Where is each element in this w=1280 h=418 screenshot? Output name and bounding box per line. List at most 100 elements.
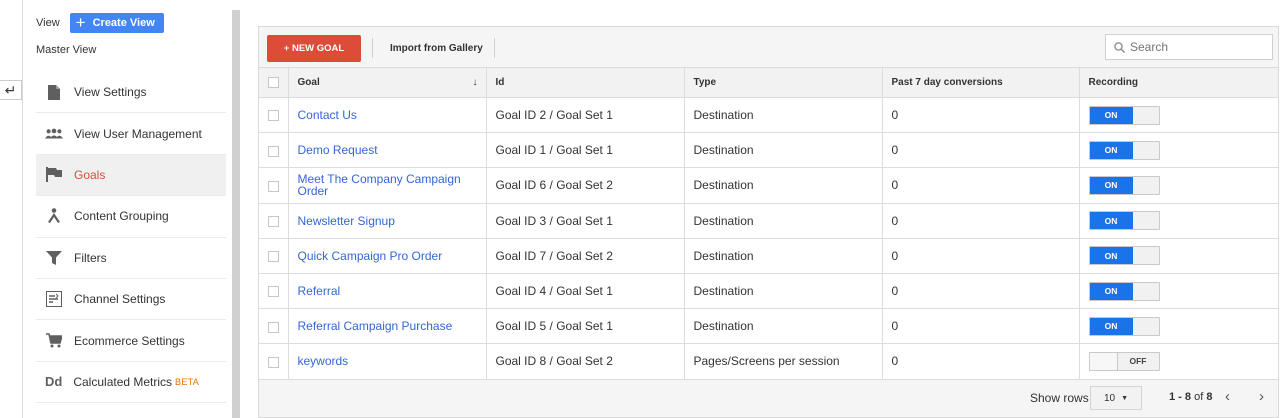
- recording-cell: ON: [1078, 167, 1278, 204]
- row-checkbox[interactable]: [267, 286, 279, 298]
- import-from-gallery-button[interactable]: Import from Gallery: [390, 39, 483, 57]
- goal-cell: Contact Us: [287, 96, 487, 134]
- sidebar-item-filters[interactable]: Filters: [36, 238, 226, 279]
- recording-cell: OFF: [1078, 343, 1278, 380]
- toggle-state-label: OFF: [1129, 356, 1147, 367]
- recording-toggle[interactable]: OFF: [1088, 351, 1160, 371]
- create-view-button[interactable]: + Create View: [69, 13, 164, 33]
- row-checkbox[interactable]: [267, 110, 279, 122]
- goal-cell: Referral: [287, 272, 487, 310]
- page-range-value: 1 - 8: [1169, 391, 1192, 403]
- view-name: Master View: [36, 44, 97, 56]
- view-label: View: [36, 17, 60, 29]
- sidebar-item-goals[interactable]: Goals: [36, 154, 226, 197]
- goal-link[interactable]: Referral: [298, 285, 486, 297]
- goal-link[interactable]: Newsletter Signup: [298, 215, 486, 227]
- goal-link[interactable]: keywords: [298, 355, 486, 367]
- column-header-goal[interactable]: Goal ↓: [287, 67, 487, 98]
- sidebar-item-channel-settings[interactable]: Channel Settings: [36, 279, 226, 321]
- recording-toggle[interactable]: ON: [1088, 175, 1160, 195]
- search-box[interactable]: [1105, 34, 1273, 60]
- admin-sidebar: ↵ View + Create View Master View View Se…: [0, 0, 232, 418]
- table-row: Meet The Company Campaign Order Goal ID 6…: [259, 167, 1278, 204]
- sidebar-item-view-user-management[interactable]: View User Management: [36, 113, 226, 155]
- row-checkbox[interactable]: [267, 356, 279, 368]
- filter-icon: [45, 249, 63, 267]
- pagination: Show rows 10 ▼ 1 - 8 of 8 ‹ ›: [259, 379, 1278, 417]
- row-checkbox[interactable]: [267, 145, 279, 157]
- toggle-state-label: ON: [1089, 247, 1133, 265]
- type-cell: Destination: [683, 96, 883, 134]
- type-cell: Destination: [683, 272, 883, 310]
- sidebar-item-calculated-metrics[interactable]: Dd Calculated Metrics BETA: [36, 362, 226, 404]
- recording-toggle[interactable]: ON: [1088, 105, 1160, 125]
- page-range: 1 - 8 of 8: [1169, 391, 1212, 403]
- panel-scrollbar[interactable]: [232, 10, 240, 418]
- toolbar-separator: [372, 38, 373, 58]
- row-checkbox[interactable]: [267, 321, 279, 333]
- sort-down-icon[interactable]: ↓: [473, 77, 478, 88]
- goal-cell: Newsletter Signup: [287, 202, 487, 239]
- sidebar-item-view-settings[interactable]: View Settings: [36, 72, 226, 114]
- back-arrow-icon[interactable]: ↵: [0, 80, 22, 100]
- header-select-all[interactable]: [259, 67, 289, 98]
- recording-toggle[interactable]: ON: [1088, 140, 1160, 160]
- goal-cell: Meet The Company Campaign Order: [287, 167, 487, 204]
- plus-icon: +: [75, 13, 86, 32]
- column-header-label: Goal: [297, 77, 320, 88]
- recording-toggle[interactable]: ON: [1088, 246, 1160, 266]
- goal-link[interactable]: Meet The Company Campaign Order: [298, 173, 486, 197]
- sidebar-item-content-grouping[interactable]: Content Grouping: [36, 196, 226, 238]
- show-rows-label: Show rows: [1030, 391, 1089, 405]
- goals-table: Goal ↓ Id Type Past 7 day conversions Rec…: [259, 67, 1278, 380]
- prev-page-icon[interactable]: ‹: [1225, 388, 1230, 405]
- column-header-conversions[interactable]: Past 7 day conversions: [881, 67, 1080, 98]
- goal-link[interactable]: Demo Request: [298, 144, 486, 156]
- row-checkbox[interactable]: [267, 180, 279, 192]
- recording-toggle[interactable]: ON: [1088, 211, 1160, 231]
- sidebar-item-ecommerce-settings[interactable]: Ecommerce Settings: [36, 320, 226, 362]
- view-row: View + Create View: [36, 13, 164, 33]
- table-row: Referral Goal ID 4 / Goal Set 1 Destinatio…: [259, 272, 1278, 310]
- column-header-recording[interactable]: Recording: [1078, 67, 1278, 98]
- page-of-label: of: [1194, 391, 1204, 403]
- type-cell: Destination: [683, 308, 883, 345]
- table-row: keywords Goal ID 8 / Goal Set 2 Pages/Scre…: [259, 343, 1278, 380]
- rows-per-page-value: 10: [1103, 392, 1116, 404]
- rows-per-page-select[interactable]: 10 ▼: [1090, 386, 1142, 410]
- select-all-checkbox[interactable]: [267, 76, 279, 88]
- goal-link[interactable]: Referral Campaign Purchase: [298, 320, 486, 332]
- id-cell: Goal ID 4 / Goal Set 1: [485, 272, 685, 310]
- row-select-cell: [259, 202, 289, 239]
- conversions-cell: 0: [881, 272, 1080, 310]
- sidebar-divider: [22, 0, 23, 418]
- document-icon: [45, 83, 63, 101]
- conversions-cell: 0: [881, 308, 1080, 345]
- caret-down-icon: ▼: [1121, 394, 1129, 402]
- toggle-state-label: ON: [1089, 141, 1133, 159]
- column-header-type[interactable]: Type: [683, 67, 883, 98]
- dd-icon: Dd: [45, 374, 63, 390]
- new-goal-button[interactable]: + NEW GOAL: [267, 35, 361, 62]
- beta-badge: BETA: [175, 376, 200, 387]
- flag-icon: [45, 166, 63, 184]
- row-checkbox[interactable]: [267, 215, 279, 227]
- goal-link[interactable]: Contact Us: [298, 109, 486, 121]
- recording-cell: ON: [1078, 132, 1278, 169]
- search-input[interactable]: [1130, 40, 1260, 54]
- row-checkbox[interactable]: [267, 251, 279, 263]
- goals-panel: + NEW GOAL Import from Gallery Goal ↓ Id …: [258, 26, 1279, 418]
- goal-link[interactable]: Quick Campaign Pro Order: [298, 250, 486, 262]
- people-icon: [45, 125, 63, 143]
- recording-toggle[interactable]: ON: [1088, 281, 1160, 301]
- type-cell: Pages/Screens per session: [683, 343, 883, 380]
- column-header-id[interactable]: Id: [485, 67, 685, 98]
- toggle-state-label: ON: [1089, 106, 1133, 124]
- recording-toggle[interactable]: ON: [1088, 316, 1160, 336]
- table-header-row: Goal ↓ Id Type Past 7 day conversions Rec…: [259, 67, 1278, 98]
- toggle-state-label: ON: [1089, 282, 1133, 300]
- create-view-label: Create View: [92, 17, 155, 29]
- next-page-icon[interactable]: ›: [1259, 388, 1264, 405]
- row-select-cell: [259, 308, 289, 345]
- conversions-cell: 0: [881, 202, 1080, 239]
